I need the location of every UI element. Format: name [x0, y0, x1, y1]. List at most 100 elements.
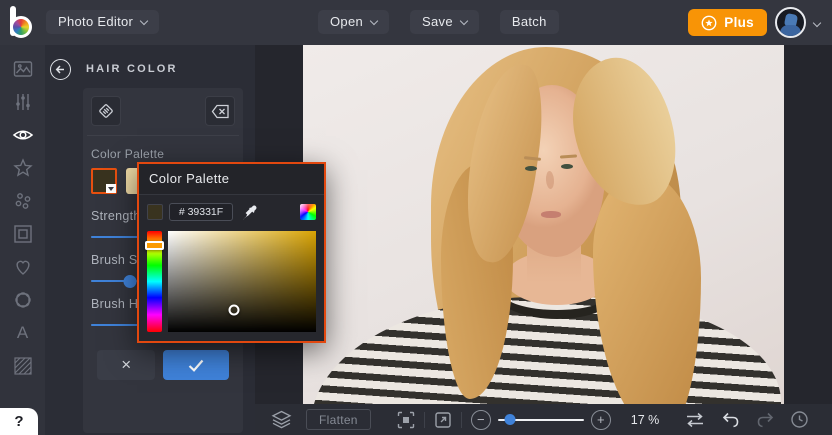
batch-button[interactable]: Batch: [499, 10, 559, 34]
x-icon: ×: [121, 355, 132, 374]
befunky-logo[interactable]: [9, 6, 39, 38]
main-tool-sidebar: A ?: [0, 45, 45, 435]
swatch-dropdown-arrow[interactable]: [106, 184, 116, 193]
sidebar-item-frames[interactable]: [0, 217, 45, 250]
sidebar-item-touch-up[interactable]: [0, 118, 45, 151]
fit-to-screen-button[interactable]: [397, 411, 415, 429]
dots-cluster-icon: [15, 192, 30, 209]
sidebar-item-artsy[interactable]: [0, 184, 45, 217]
color-picker-area: [145, 231, 316, 332]
popup-color-row: [147, 203, 316, 221]
app-menu-label: Photo Editor: [58, 14, 134, 29]
hex-color-input[interactable]: [169, 203, 233, 221]
app-menu-button[interactable]: Photo Editor: [46, 10, 160, 34]
account-chevron-down-icon[interactable]: [812, 18, 822, 27]
eyedropper-button[interactable]: [242, 205, 257, 220]
help-button[interactable]: ?: [0, 408, 38, 435]
layers-button[interactable]: [271, 410, 292, 429]
user-avatar[interactable]: [775, 7, 806, 38]
zoom-out-button[interactable]: −: [470, 409, 491, 430]
cancel-button[interactable]: ×: [97, 350, 156, 380]
panel-title: HAIR COLOR: [86, 63, 178, 75]
zoom-in-button[interactable]: +: [590, 409, 611, 430]
text-icon: A: [16, 323, 29, 342]
saturation-cursor[interactable]: [228, 304, 240, 316]
brush-mode-row: [91, 96, 235, 126]
back-button[interactable]: [50, 58, 71, 80]
plus-upgrade-button[interactable]: Plus: [688, 9, 767, 36]
plus-label: Plus: [724, 15, 754, 30]
erase-mode-button[interactable]: [205, 96, 235, 126]
texture-hatch-icon: [13, 356, 32, 375]
heart-icon: [15, 260, 30, 275]
plus-icon: +: [597, 412, 605, 427]
hue-slider[interactable]: [145, 231, 164, 332]
zoom-slider[interactable]: [497, 414, 584, 425]
question-mark-icon: ?: [14, 413, 24, 430]
sidebar-item-adjust[interactable]: [0, 85, 45, 118]
popup-title: Color Palette: [139, 164, 324, 195]
chevron-down-icon: [369, 16, 379, 25]
sidebar-item-graphics[interactable]: [0, 250, 45, 283]
save-button[interactable]: Save: [410, 10, 479, 34]
hue-slider-handle[interactable]: [145, 241, 164, 251]
sidebar-item-overlays[interactable]: [0, 283, 45, 316]
portrait-photo[interactable]: [303, 45, 784, 435]
bottom-toolbar: Flatten − + 17 %: [255, 404, 832, 435]
arrow-left-icon: [55, 64, 64, 74]
clock-history-icon: [791, 411, 808, 428]
sidebar-item-effects[interactable]: [0, 151, 45, 184]
eyedropper-icon: [243, 205, 257, 219]
fit-screen-icon: [397, 411, 414, 428]
badge-flower-icon: [14, 291, 31, 308]
current-color-swatch: [147, 204, 163, 220]
sidebar-item-text[interactable]: A: [0, 316, 45, 349]
star-circle-icon: [701, 15, 717, 30]
compare-button[interactable]: [685, 412, 705, 428]
open-fullscreen-button[interactable]: [434, 411, 452, 429]
eraser-backspace-icon: [211, 104, 229, 118]
open-button[interactable]: Open: [318, 10, 390, 34]
export-arrow-icon: [435, 411, 451, 428]
top-center-actions: Open Save Batch: [318, 10, 559, 34]
eye-icon: [12, 130, 33, 139]
history-button[interactable]: [790, 410, 809, 429]
brush-size-slider-handle[interactable]: [123, 274, 137, 288]
sidebar-item-textures[interactable]: [0, 349, 45, 382]
apply-button[interactable]: [163, 350, 229, 380]
divider: [460, 411, 462, 428]
panel-header: HAIR COLOR: [45, 45, 255, 93]
saturation-brightness-field[interactable]: [167, 231, 316, 332]
sliders-icon: [15, 93, 30, 110]
top-right-actions: Plus: [688, 0, 822, 45]
color-palette-label: Color Palette: [91, 147, 165, 161]
chevron-down-icon: [139, 16, 149, 25]
check-icon: [188, 359, 204, 372]
color-swatch-selected[interactable]: [91, 168, 117, 194]
undo-button[interactable]: [721, 411, 740, 428]
compare-arrows-icon: [686, 412, 703, 427]
divider: [87, 135, 239, 136]
photo-editor-app: Photo Editor Open Save Batch Plus A ? HA…: [0, 0, 832, 435]
star-icon: [12, 157, 33, 177]
paint-brush-mode-button[interactable]: [91, 96, 121, 126]
flatten-button[interactable]: Flatten: [306, 409, 371, 430]
confirm-row: ×: [91, 350, 235, 380]
undo-icon: [722, 412, 739, 428]
zoom-level-label: 17 %: [630, 412, 660, 427]
rainbow-palette-button[interactable]: [300, 204, 316, 220]
chevron-down-icon: [459, 16, 469, 25]
layers-icon: [271, 410, 292, 429]
zoom-slider-handle[interactable]: [504, 414, 516, 425]
photo-icon: [13, 60, 32, 77]
redo-button[interactable]: [756, 411, 775, 428]
dye-icon: [99, 104, 113, 118]
minus-icon: −: [477, 412, 485, 427]
frame-icon: [13, 224, 32, 243]
editor-canvas: Flatten − + 17 %: [255, 45, 832, 435]
color-palette-popup: Color Palette: [137, 162, 326, 343]
sidebar-item-edit[interactable]: [0, 52, 45, 85]
top-bar: Photo Editor Open Save Batch Plus: [0, 0, 832, 45]
redo-icon: [757, 412, 773, 428]
divider: [423, 411, 425, 428]
